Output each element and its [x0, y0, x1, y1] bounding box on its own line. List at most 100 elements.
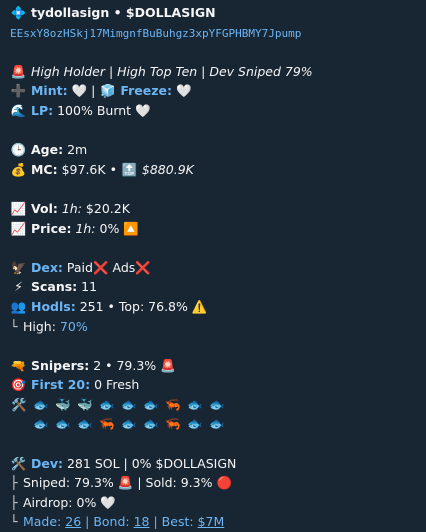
dev-made-line: └ Made: 26 | Bond: 18 | Best: $7M: [10, 512, 416, 532]
high-value-link[interactable]: 70%: [60, 319, 88, 334]
fish-icon: 🐟: [121, 396, 137, 412]
ice-icon: 🧊: [100, 83, 116, 99]
ath-value: $880.9K: [141, 161, 194, 177]
whale-icon: 🐳: [55, 396, 71, 412]
money-bag-icon: 💰: [10, 161, 27, 177]
people-icon: 👥: [10, 298, 27, 314]
diamond-icon: 💠: [10, 5, 27, 20]
chart-up-icon: 📈: [10, 200, 27, 216]
tools-icon: 🛠️: [10, 455, 27, 471]
age-line: 🕒 Age: 2m: [10, 140, 416, 160]
first20-link[interactable]: First 20:: [31, 377, 90, 392]
bond-label: | Bond:: [85, 514, 130, 530]
scans-value: 11: [81, 279, 98, 295]
contract-address[interactable]: EEsxY8ozHSkj17MimgnfBuBuhgz3xpYFGPHBMY7J…: [10, 27, 301, 40]
target-icon: 🎯: [10, 377, 27, 393]
cross-mark-icon: ❌: [135, 259, 151, 275]
fish-icon: 🐟: [99, 396, 115, 412]
tree-branch: └: [10, 514, 18, 530]
warnings-line: 🚨 High Holder | High Top Ten | Dev Snipe…: [10, 62, 416, 82]
tools-icon: 🛠️: [11, 396, 27, 412]
fish-icon: 🐟: [143, 416, 159, 432]
high-label: High:: [22, 318, 56, 334]
first20-line: 🎯 First 20: 0 Fresh: [10, 375, 416, 395]
fish-icon: 🐟: [209, 416, 225, 432]
holder-swarm-row-1: 🛠️ 🐟 🐳 🐳 🐟 🐟 🐟 🦐 🐟 🐟: [10, 395, 416, 415]
lp-link[interactable]: LP:: [31, 103, 53, 118]
lightning-icon: ⚡: [14, 279, 23, 295]
vol-value: $20.2K: [85, 200, 130, 216]
best-label: | Best:: [153, 514, 194, 530]
tree-branch: ├: [10, 494, 18, 510]
white-heart-icon: 🤍: [100, 494, 116, 510]
wave-icon: 🌊: [10, 102, 27, 118]
dex-link[interactable]: Dex:: [31, 260, 63, 275]
snipers-label: Snipers:: [30, 357, 90, 373]
snipers-value: 2 • 79.3%: [93, 357, 157, 373]
fish-icon: 🐟: [143, 396, 159, 412]
white-heart-icon: 🤍: [135, 102, 151, 118]
dev-line: 🛠️ Dev: 281 SOL | 0% $DOLLASIGN: [10, 454, 416, 474]
holder-swarm-row-2: 🐟 🐟 🐟 🦐 🐟 🐟 🦐 🐟 🐟: [10, 414, 416, 434]
fish-icon: 🐟: [121, 416, 137, 432]
mc-label: MC:: [30, 161, 58, 177]
vol-label: Vol:: [30, 200, 58, 216]
freeze-value: 🤍: [175, 83, 192, 99]
price-period: 1h:: [75, 220, 96, 236]
warning-icon: ⚠️: [191, 298, 208, 314]
eagle-icon: 🦅: [10, 259, 27, 275]
age-value: 2m: [67, 142, 88, 158]
mint-link[interactable]: Mint:: [31, 83, 68, 98]
dev-value: 281 SOL | 0% $DOLLASIGN: [66, 455, 237, 471]
fish-icon: 🐟: [55, 416, 71, 432]
fish-icon: 🐟: [209, 396, 225, 412]
freeze-link[interactable]: Freeze:: [120, 83, 172, 98]
mint-value: 🤍: [71, 83, 88, 99]
cross-mark-icon: ❌: [92, 259, 109, 275]
mint-line: ➕ Mint: 🤍 | 🧊 Freeze: 🤍: [10, 81, 416, 101]
tree-branch: ├: [10, 475, 18, 491]
dex-paid: Paid: [66, 259, 93, 275]
mc-value: $97.6K: [61, 161, 106, 177]
lp-value: 100% Burnt: [57, 102, 132, 118]
dev-sold-text: | Sold: 9.3%: [137, 475, 213, 491]
dev-link[interactable]: Dev:: [31, 456, 63, 471]
mc-separator: •: [109, 161, 117, 177]
price-line: 📈 Price: 1h: 0% 🔼: [10, 219, 416, 239]
hodls-value: 251 • Top: 76.8%: [79, 298, 188, 314]
up-button-icon: 🔼: [123, 220, 139, 236]
hodls-line: 👥 Hodls: 251 • Top: 76.8% ⚠️: [10, 297, 416, 317]
lp-line: 🌊 LP: 100% Burnt 🤍: [10, 101, 416, 121]
water-gun-icon: 🔫: [10, 357, 27, 373]
made-label: Made:: [22, 514, 62, 530]
warnings-text: High Holder | High Top Ten | Dev Sniped …: [30, 63, 313, 79]
shrimp-icon: 🦐: [165, 416, 181, 432]
scans-line: ⚡ Scans: 11: [10, 277, 416, 297]
fish-icon: 🐟: [187, 396, 203, 412]
price-value: 0%: [99, 220, 120, 236]
best-value-link[interactable]: $7M: [198, 514, 225, 529]
fish-icon: 🐟: [33, 396, 49, 412]
shrimp-icon: 🦐: [99, 416, 115, 432]
token-header: 💠 tydollasign • $DOLLASIGN: [10, 3, 416, 23]
bond-count-link[interactable]: 18: [134, 514, 150, 529]
hodls-link[interactable]: Hodls:: [31, 299, 76, 314]
shrimp-icon: 🦐: [165, 396, 181, 412]
snipers-line: 🔫 Snipers: 2 • 79.3% 🚨: [10, 356, 416, 376]
siren-icon: 🚨: [10, 63, 27, 79]
fish-icon: 🐟: [33, 416, 49, 432]
first20-value: 0 Fresh: [94, 377, 140, 393]
dex-line: 🦅 Dex: Paid❌ Ads❌: [10, 258, 416, 278]
whale-icon: 🐳: [77, 396, 93, 412]
dev-airdrop-text: Airdrop: 0%: [22, 494, 97, 510]
chart-up-icon: 📈: [10, 220, 27, 236]
siren-icon: 🚨: [117, 475, 134, 491]
token-title: tydollasign • $DOLLASIGN: [30, 5, 216, 20]
top-arrow-icon: 🔝: [121, 161, 138, 177]
made-count-link[interactable]: 26: [65, 514, 81, 529]
price-label: Price:: [30, 220, 72, 236]
message-body: 💠 tydollasign • $DOLLASIGN EEsxY8ozHSkj1…: [0, 0, 426, 532]
red-circle-icon: 🔴: [216, 475, 233, 491]
clock-icon: 🕒: [10, 142, 27, 158]
tree-branch: └: [10, 318, 18, 334]
